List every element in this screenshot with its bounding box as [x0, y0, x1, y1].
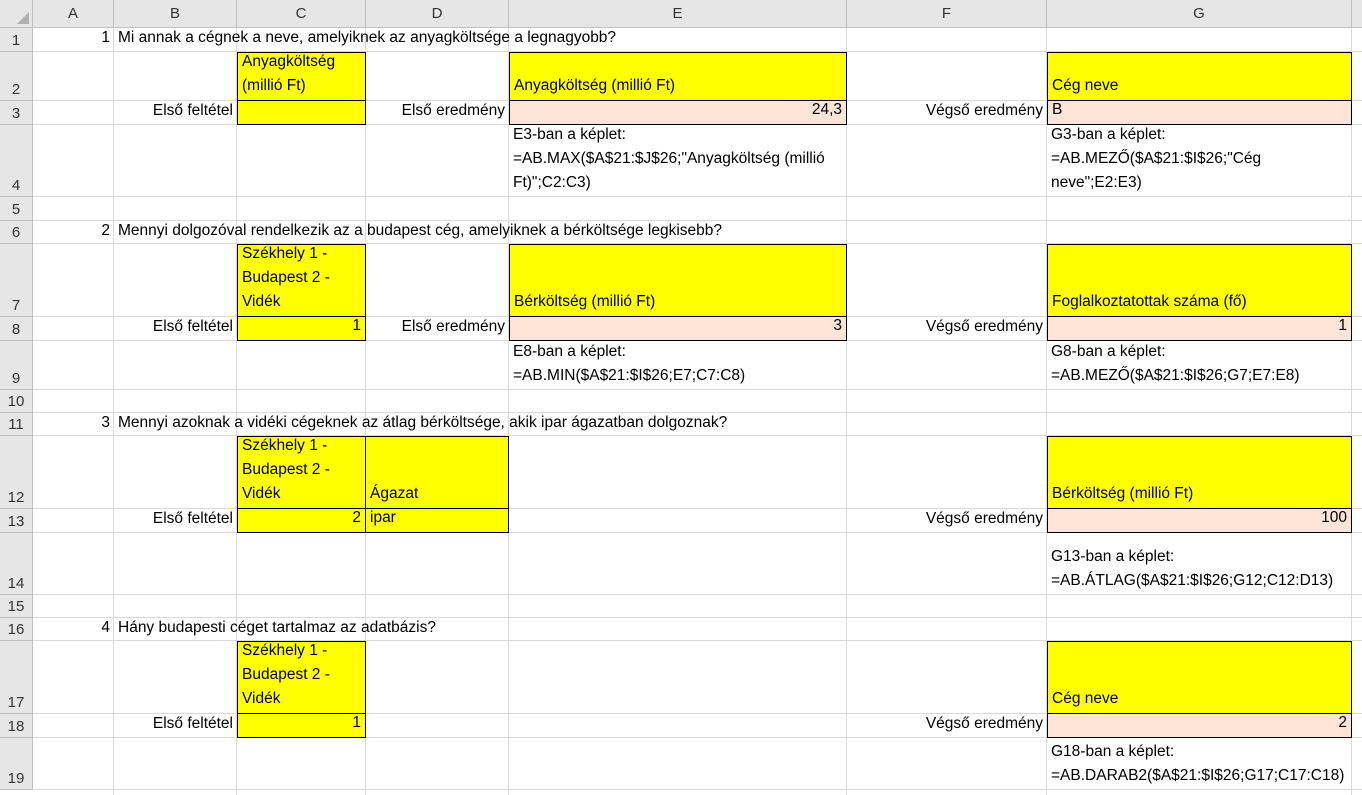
q4-first-condition-label[interactable]: Első feltétel [114, 714, 237, 738]
q2-number[interactable]: 2 [33, 221, 114, 245]
q4-g-header[interactable]: Cég neve [1047, 641, 1352, 714]
q2-g-value[interactable]: 1 [1047, 316, 1352, 341]
q3-final-result-label[interactable]: Végső eredmény [847, 509, 1047, 533]
q2-final-result-label[interactable]: Végső eredmény [847, 317, 1047, 341]
q1-number[interactable]: 1 [33, 28, 114, 52]
q1-e-formula[interactable]: E3-ban a képlet: =AB.MAX($A$21:$J$26;"An… [509, 125, 847, 197]
select-all-corner[interactable] [0, 0, 33, 28]
row-header-7[interactable]: 7 [0, 244, 33, 317]
row-header-3[interactable]: 3 [0, 101, 33, 125]
q1-g-formula[interactable]: G3-ban a képlet: =AB.MEZŐ($A$21:$I$26;"C… [1047, 125, 1362, 197]
column-header-d[interactable]: D [366, 0, 509, 28]
row-header-8[interactable]: 8 [0, 317, 33, 341]
q1-e-header[interactable]: Anyagköltség (millió Ft) [509, 52, 847, 101]
q4-criteria-value[interactable]: 1 [237, 713, 366, 738]
q1-criteria-value[interactable] [237, 100, 366, 125]
select-all-icon [17, 12, 29, 24]
row-header-15[interactable]: 15 [0, 595, 33, 618]
row-header-19[interactable]: 19 [0, 738, 33, 790]
q3-question[interactable]: Mennyi azoknak a vidéki cégeknek az átla… [114, 413, 1014, 437]
row-header-17[interactable]: 17 [0, 641, 33, 714]
q1-first-result-label[interactable]: Első eredmény [366, 101, 509, 125]
q4-question[interactable]: Hány budapesti céget tartalmaz az adatbá… [114, 618, 1014, 642]
column-header-overflow[interactable] [1352, 0, 1362, 28]
row-header-9[interactable]: 9 [0, 341, 33, 390]
q3-g-formula[interactable]: G13-ban a képlet: =AB.ÁTLAG($A$21:$I$26;… [1047, 533, 1362, 595]
q2-g-header[interactable]: Foglalkoztatottak száma (fő) [1047, 244, 1352, 317]
row-header-4[interactable]: 4 [0, 125, 33, 197]
column-header-c[interactable]: C [237, 0, 366, 28]
row-header-14[interactable]: 14 [0, 533, 33, 595]
q1-first-condition-label[interactable]: Első feltétel [114, 101, 237, 125]
row-header-12[interactable]: 12 [0, 436, 33, 509]
q1-final-result-label[interactable]: Végső eredmény [847, 101, 1047, 125]
row-header-5[interactable]: 5 [0, 197, 33, 221]
column-header-b[interactable]: B [114, 0, 237, 28]
column-header-a[interactable]: A [33, 0, 114, 28]
q3-criteria-header[interactable]: Székhely 1 - Budapest 2 - Vidék [237, 436, 366, 509]
q1-criteria-header[interactable]: Anyagköltség (millió Ft) [237, 52, 366, 101]
q2-first-condition-label[interactable]: Első feltétel [114, 317, 237, 341]
q2-g-formula[interactable]: G8-ban a képlet: =AB.MEZŐ($A$21:$I$26;G7… [1047, 341, 1362, 390]
row-header-11[interactable]: 11 [0, 413, 33, 436]
q2-e-header[interactable]: Bérköltség (millió Ft) [509, 244, 847, 317]
q2-e-formula[interactable]: E8-ban a képlet: =AB.MIN($A$21:$I$26;E7;… [509, 341, 847, 390]
q4-criteria-header[interactable]: Székhely 1 - Budapest 2 - Vidék [237, 641, 366, 714]
row-header-13[interactable]: 13 [0, 509, 33, 533]
q1-g-value[interactable]: B [1047, 100, 1352, 125]
q3-g-value[interactable]: 100 [1047, 508, 1352, 533]
q3-criteria-value[interactable]: 2 [237, 508, 366, 533]
row-header-6[interactable]: 6 [0, 221, 33, 244]
q3-first-condition-label[interactable]: Első feltétel [114, 509, 237, 533]
column-header-f[interactable]: F [847, 0, 1047, 28]
q2-e-value[interactable]: 3 [509, 316, 847, 341]
q2-criteria-header[interactable]: Székhely 1 - Budapest 2 - Vidék [237, 244, 366, 317]
row-header-10[interactable]: 10 [0, 390, 33, 413]
q3-g-header[interactable]: Bérköltség (millió Ft) [1047, 436, 1352, 509]
q4-number[interactable]: 4 [33, 618, 114, 642]
q4-g-formula[interactable]: G18-ban a képlet: =AB.DARAB2($A$21:$I$26… [1047, 738, 1362, 790]
q3-criteria2-header[interactable]: Ágazat [365, 436, 509, 509]
q3-number[interactable]: 3 [33, 413, 114, 437]
q2-criteria-value[interactable]: 1 [237, 316, 366, 341]
spreadsheet-grid[interactable]: ABCDEFG 1 2 3 4 5 6 7 8 9 10 11 12 13 14 15 16 17 18 19 1 … [0, 0, 1362, 795]
row-header-1[interactable]: 1 [0, 28, 33, 52]
q1-g-header[interactable]: Cég neve [1047, 52, 1352, 101]
q4-g-value[interactable]: 2 [1047, 713, 1352, 738]
column-header-e[interactable]: E [509, 0, 847, 28]
row-header-2[interactable]: 2 [0, 52, 33, 101]
row-header-18[interactable]: 18 [0, 714, 33, 738]
q1-e-value[interactable]: 24,3 [509, 100, 847, 125]
q2-question[interactable]: Mennyi dolgozóval rendelkezik az a budap… [114, 221, 1014, 245]
q2-first-result-label[interactable]: Első eredmény [366, 317, 509, 341]
row-header-16[interactable]: 16 [0, 618, 33, 641]
column-header-g[interactable]: G [1047, 0, 1352, 28]
q1-question[interactable]: Mi annak a cégnek a neve, amelyiknek az … [114, 28, 1014, 52]
q3-criteria2-value[interactable]: ipar [365, 508, 509, 533]
q4-final-result-label[interactable]: Végső eredmény [847, 714, 1047, 738]
